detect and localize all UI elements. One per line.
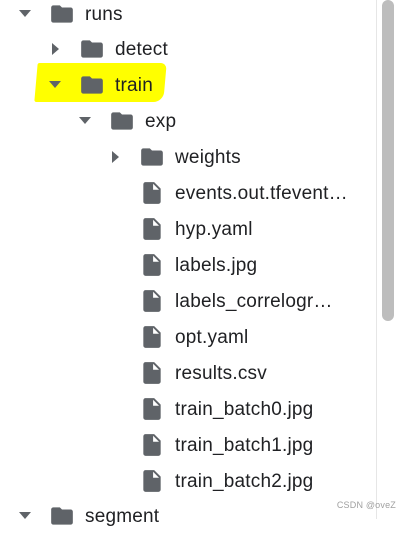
file-icon	[143, 362, 161, 384]
tree-item-label: labels.jpg	[175, 255, 258, 276]
chevron-down-icon[interactable]	[49, 81, 61, 88]
folder-icon	[51, 5, 73, 23]
tree-item-detect[interactable]: detect	[0, 32, 376, 68]
tree-item-file[interactable]: labels_correlogr…	[0, 284, 376, 320]
tree-item-label: opt.yaml	[175, 327, 249, 348]
tree-item-label: train	[115, 75, 153, 96]
folder-icon	[81, 40, 103, 58]
tree-item-runs[interactable]: runs	[0, 0, 376, 33]
tree-item-label: train_batch0.jpg	[175, 399, 314, 420]
chevron-down-icon[interactable]	[79, 117, 91, 124]
tree-item-label: detect	[115, 39, 168, 60]
tree-item-label: hyp.yaml	[175, 219, 253, 240]
file-icon	[143, 326, 161, 348]
folder-icon	[51, 507, 73, 525]
file-icon	[143, 218, 161, 240]
tree-item-label: exp	[145, 111, 177, 132]
tree-item-label: weights	[175, 147, 241, 168]
tree-item-file[interactable]: results.csv	[0, 356, 376, 392]
tree-item-file[interactable]: labels.jpg	[0, 248, 376, 284]
tree-item-label: results.csv	[175, 363, 267, 384]
file-icon	[143, 254, 161, 276]
tree-item-file[interactable]: train_batch2.jpg	[0, 464, 376, 500]
tree-item-weights[interactable]: weights	[0, 140, 376, 176]
vertical-scrollbar[interactable]	[376, 0, 400, 519]
chevron-down-icon[interactable]	[19, 10, 31, 17]
tree-item-label: labels_correlogr…	[175, 291, 333, 312]
tree-item-segment[interactable]: segment	[0, 499, 376, 535]
tree-item-file[interactable]: hyp.yaml	[0, 212, 376, 248]
tree-item-label: train_batch2.jpg	[175, 471, 314, 492]
tree-item-file[interactable]: opt.yaml	[0, 320, 376, 356]
file-icon	[143, 290, 161, 312]
tree-item-exp[interactable]: exp	[0, 104, 376, 140]
file-icon	[143, 470, 161, 492]
folder-icon	[81, 76, 103, 94]
tree-item-file[interactable]: train_batch1.jpg	[0, 428, 376, 464]
tree-item-train[interactable]: train	[0, 68, 376, 104]
tree-item-file[interactable]: train_batch0.jpg	[0, 392, 376, 428]
file-tree: runs detect train exp weights events.out…	[0, 0, 376, 527]
tree-item-label: segment	[85, 506, 160, 527]
tree-item-label: train_batch1.jpg	[175, 435, 314, 456]
folder-icon	[141, 148, 163, 166]
watermark: CSDN @oveZ	[336, 500, 396, 510]
file-icon	[143, 434, 161, 456]
chevron-right-icon[interactable]	[112, 151, 119, 163]
chevron-down-icon[interactable]	[19, 512, 31, 519]
chevron-right-icon[interactable]	[52, 43, 59, 55]
folder-icon	[111, 112, 133, 130]
file-icon	[143, 182, 161, 204]
file-icon	[143, 398, 161, 420]
tree-item-label: events.out.tfevent…	[175, 183, 348, 204]
tree-item-file[interactable]: events.out.tfevent…	[0, 176, 376, 212]
tree-item-label: runs	[85, 4, 123, 25]
scrollbar-thumb[interactable]	[382, 0, 394, 321]
